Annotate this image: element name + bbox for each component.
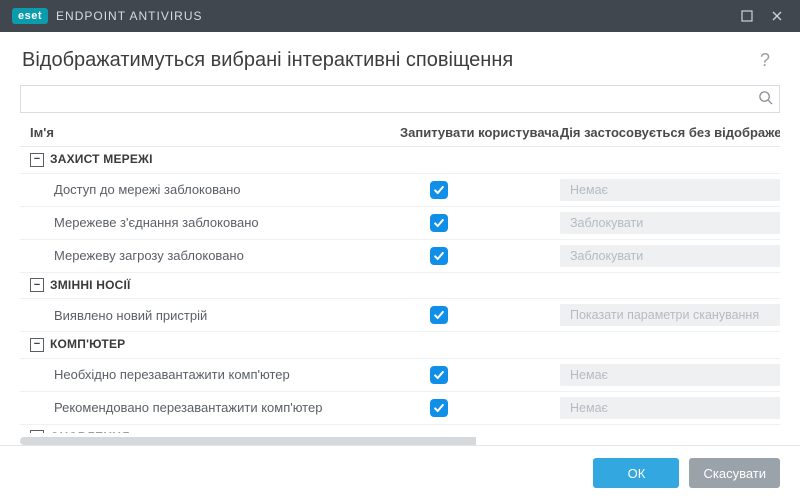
notifications-table-scroll[interactable]: Ім'я Запитувати користувача Дія застосов… — [20, 119, 780, 433]
row-name: Мережеву загрозу заблоковано — [20, 239, 390, 272]
col-header-action[interactable]: Дія застосовується без відображен — [550, 119, 780, 147]
brand-badge: eset — [12, 8, 48, 24]
group-label: ЗАХИСТ МЕРЕЖІ — [50, 152, 153, 166]
action-select: Показати параметри сканування — [560, 304, 780, 326]
action-select: Немає — [560, 179, 780, 201]
table-row[interactable]: Виявлено новий пристрій Показати параметр… — [20, 299, 780, 332]
col-header-name[interactable]: Ім'я — [20, 119, 390, 147]
group-label: КОМП'ЮТЕР — [50, 337, 125, 351]
col-header-ask[interactable]: Запитувати користувача — [390, 119, 550, 147]
ask-user-checkbox[interactable] — [430, 366, 448, 384]
titlebar: eset ENDPOINT ANTIVIRUS — [0, 0, 800, 32]
ask-user-checkbox[interactable] — [430, 247, 448, 265]
page-title: Відображатимуться вибрані інтерактивні с… — [22, 49, 513, 72]
action-select: Заблокувати — [560, 212, 780, 234]
table-row[interactable]: Необхідно перезавантажити комп'ютер Немає — [20, 358, 780, 391]
page-header: Відображатимуться вибрані інтерактивні с… — [0, 32, 800, 85]
row-name: Необхідно перезавантажити комп'ютер — [20, 358, 390, 391]
row-name: Мережеве з'єднання заблоковано — [20, 206, 390, 239]
brand-text: ENDPOINT ANTIVIRUS — [56, 9, 202, 23]
ask-user-checkbox[interactable] — [430, 399, 448, 417]
ask-user-checkbox[interactable] — [430, 214, 448, 232]
collapse-toggle[interactable]: − — [30, 153, 44, 167]
help-button[interactable]: ? — [752, 46, 778, 75]
action-select: Немає — [560, 397, 780, 419]
notifications-table: Ім'я Запитувати користувача Дія застосов… — [20, 119, 780, 433]
ok-button[interactable]: ОК — [593, 458, 679, 488]
action-select: Заблокувати — [560, 245, 780, 267]
brand: eset ENDPOINT ANTIVIRUS — [12, 8, 203, 24]
table-row[interactable]: Мережеве з'єднання заблоковано Заблокуват… — [20, 206, 780, 239]
group-label: ОНОВЛЕННЯ — [50, 430, 130, 434]
close-button[interactable] — [762, 0, 792, 32]
table-row[interactable]: Рекомендовано перезавантажити комп'ютер Н… — [20, 391, 780, 424]
collapse-toggle[interactable]: − — [30, 338, 44, 352]
ask-user-checkbox[interactable] — [430, 181, 448, 199]
row-name: Доступ до мережі заблоковано — [20, 173, 390, 206]
search-icon[interactable] — [758, 90, 773, 108]
collapse-toggle[interactable]: − — [30, 430, 44, 433]
table-row[interactable]: Мережеву загрозу заблоковано Заблокувати — [20, 239, 780, 272]
row-name: Виявлено новий пристрій — [20, 299, 390, 332]
ask-user-checkbox[interactable] — [430, 306, 448, 324]
dialog-footer: ОК Скасувати — [0, 445, 800, 500]
action-select: Немає — [560, 364, 780, 386]
group-label: ЗМІННІ НОСІЇ — [50, 278, 131, 292]
row-name: Рекомендовано перезавантажити комп'ютер — [20, 391, 390, 424]
collapse-toggle[interactable]: − — [30, 278, 44, 292]
minimize-button[interactable] — [732, 0, 762, 32]
horizontal-scrollbar[interactable] — [20, 437, 780, 445]
table-row[interactable]: Доступ до мережі заблоковано Немає — [20, 173, 780, 206]
cancel-button[interactable]: Скасувати — [689, 458, 780, 488]
search-bar[interactable] — [20, 85, 780, 113]
search-input[interactable] — [29, 92, 758, 107]
